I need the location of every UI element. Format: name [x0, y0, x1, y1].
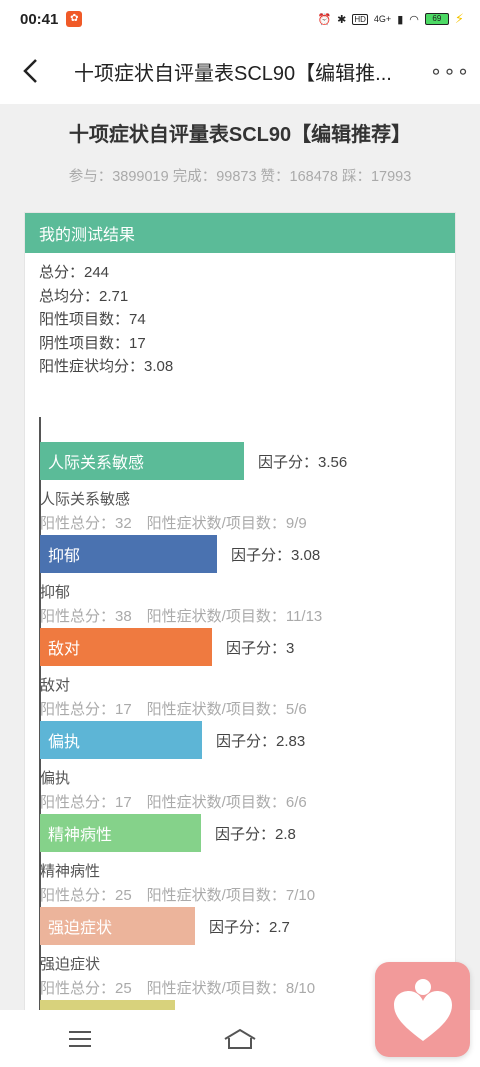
- factor-detail: 阳性总分：17 阳性症状数/项目数：6/6: [40, 794, 307, 811]
- factor-row: 敌对 因子分：3 敌对 阳性总分：17 阳性症状数/项目数：5/6: [39, 628, 449, 721]
- more-dots-icon: ∘∘∘: [429, 60, 471, 83]
- factor-bar: [40, 1000, 175, 1010]
- factor-bar: 人际关系敏感: [40, 442, 244, 480]
- factor-bar-chart: 人际关系敏感 因子分：3.56 人际关系敏感 阳性总分：32 阳性症状数/项目数：9/…: [39, 417, 449, 1010]
- menu-icon: [69, 1030, 91, 1047]
- battery-icon: 69: [424, 13, 449, 25]
- factor-detail: 阳性总分：32 阳性症状数/项目数：9/9: [40, 515, 307, 532]
- top-nav-bar: 十项症状自评量表SCL90【编辑推... ∘∘∘: [0, 38, 480, 104]
- factor-detail: 阳性总分：25 阳性症状数/项目数：7/10: [40, 887, 316, 904]
- menu-button[interactable]: [50, 1010, 110, 1067]
- page-heading: 十项症状自评量表SCL90【编辑推荐】: [68, 124, 412, 146]
- status-icons: ⏰ ✱ HD 4G+ ▮ ◠ 69 ⚡: [317, 11, 464, 27]
- factor-score-label: 因子分：3.08: [231, 546, 321, 564]
- factor-score-label: 因子分：3.56: [258, 453, 348, 471]
- factor-name: 人际关系敏感: [40, 491, 131, 508]
- back-button[interactable]: [0, 38, 60, 104]
- nav-title: 十项症状自评量表SCL90【编辑推...: [74, 62, 392, 85]
- factor-bar: 偏执: [40, 721, 202, 759]
- factor-bar: 精神病性: [40, 814, 201, 852]
- factor-row: 抑郁 因子分：3.08 抑郁 阳性总分：38 阳性症状数/项目数：11/13: [39, 535, 449, 628]
- home-button[interactable]: [210, 1010, 270, 1067]
- home-icon: [224, 1028, 256, 1049]
- app-notification-icon: ✿: [66, 11, 83, 27]
- charging-icon: ⚡: [454, 11, 464, 26]
- status-time: 00:41: [20, 10, 59, 28]
- factor-score-label: 因子分：2.8: [215, 825, 296, 843]
- summary-total: 总分：244: [39, 264, 110, 281]
- summary-negative-count: 阴性项目数：17: [39, 334, 146, 352]
- factor-score-label: 因子分：2.7: [209, 918, 290, 936]
- signal-icon: ▮: [397, 13, 404, 26]
- factor-name: 偏执: [40, 770, 71, 787]
- factor-row: 偏执 因子分：2.83 偏执 阳性总分：17 阳性症状数/项目数：6/6: [39, 721, 449, 814]
- factor-name: 抑郁: [40, 584, 71, 601]
- network-label: 4G+: [373, 14, 392, 24]
- alarm-icon: ⏰: [317, 13, 332, 26]
- factor-bar: 敌对: [40, 628, 212, 666]
- status-bar: 00:41 ✿ ⏰ ✱ HD 4G+ ▮ ◠ 69 ⚡: [0, 0, 480, 38]
- summary-positive-average: 阳性症状均分：3.08: [39, 358, 174, 375]
- factor-name: 敌对: [40, 677, 71, 694]
- factor-bar: 抑郁: [40, 535, 217, 573]
- page-content: 十项症状自评量表SCL90【编辑推荐】 参与：3899019 完成：99873 …: [0, 104, 480, 1010]
- factor-detail: 阳性总分：17 阳性症状数/项目数：5/6: [40, 701, 307, 718]
- stats-line: 参与：3899019 完成：99873 赞：168478 踩：17993: [68, 169, 412, 185]
- factor-detail: 阳性总分：25 阳性症状数/项目数：8/10: [40, 980, 316, 997]
- factor-bar: 强迫症状: [40, 907, 195, 945]
- factor-row: 人际关系敏感 因子分：3.56 人际关系敏感 阳性总分：32 阳性症状数/项目数：9/…: [39, 442, 449, 535]
- result-card: 我的测试结果 总分：244 总均分：2.71 阳性项目数：74 阴性项目数：17…: [24, 212, 456, 1010]
- factor-name: 强迫症状: [40, 956, 101, 973]
- hd-icon: HD: [352, 13, 368, 25]
- wifi-icon: ◠: [409, 13, 419, 26]
- heart-person-icon: [393, 978, 452, 1041]
- summary-list: 总分：244 总均分：2.71 阳性项目数：74 阴性项目数：17 阳性症状均分…: [25, 253, 455, 379]
- summary-positive-count: 阳性项目数：74: [39, 311, 146, 328]
- chevron-left-icon: [23, 59, 37, 83]
- bluetooth-icon: ✱: [337, 13, 347, 26]
- factor-score-label: 因子分：3: [226, 639, 295, 657]
- summary-average: 总均分：2.71: [39, 287, 129, 305]
- result-card-header: 我的测试结果: [25, 213, 455, 253]
- factor-score-label: 因子分：2.83: [216, 732, 306, 750]
- factor-row: 精神病性 因子分：2.8 精神病性 阳性总分：25 阳性症状数/项目数：7/10: [39, 814, 449, 907]
- factor-detail: 阳性总分：38 阳性症状数/项目数：11/13: [40, 608, 323, 625]
- more-options-button[interactable]: ∘∘∘: [420, 59, 480, 84]
- factor-name: 精神病性: [40, 863, 101, 880]
- floating-heart-button[interactable]: [375, 962, 470, 1057]
